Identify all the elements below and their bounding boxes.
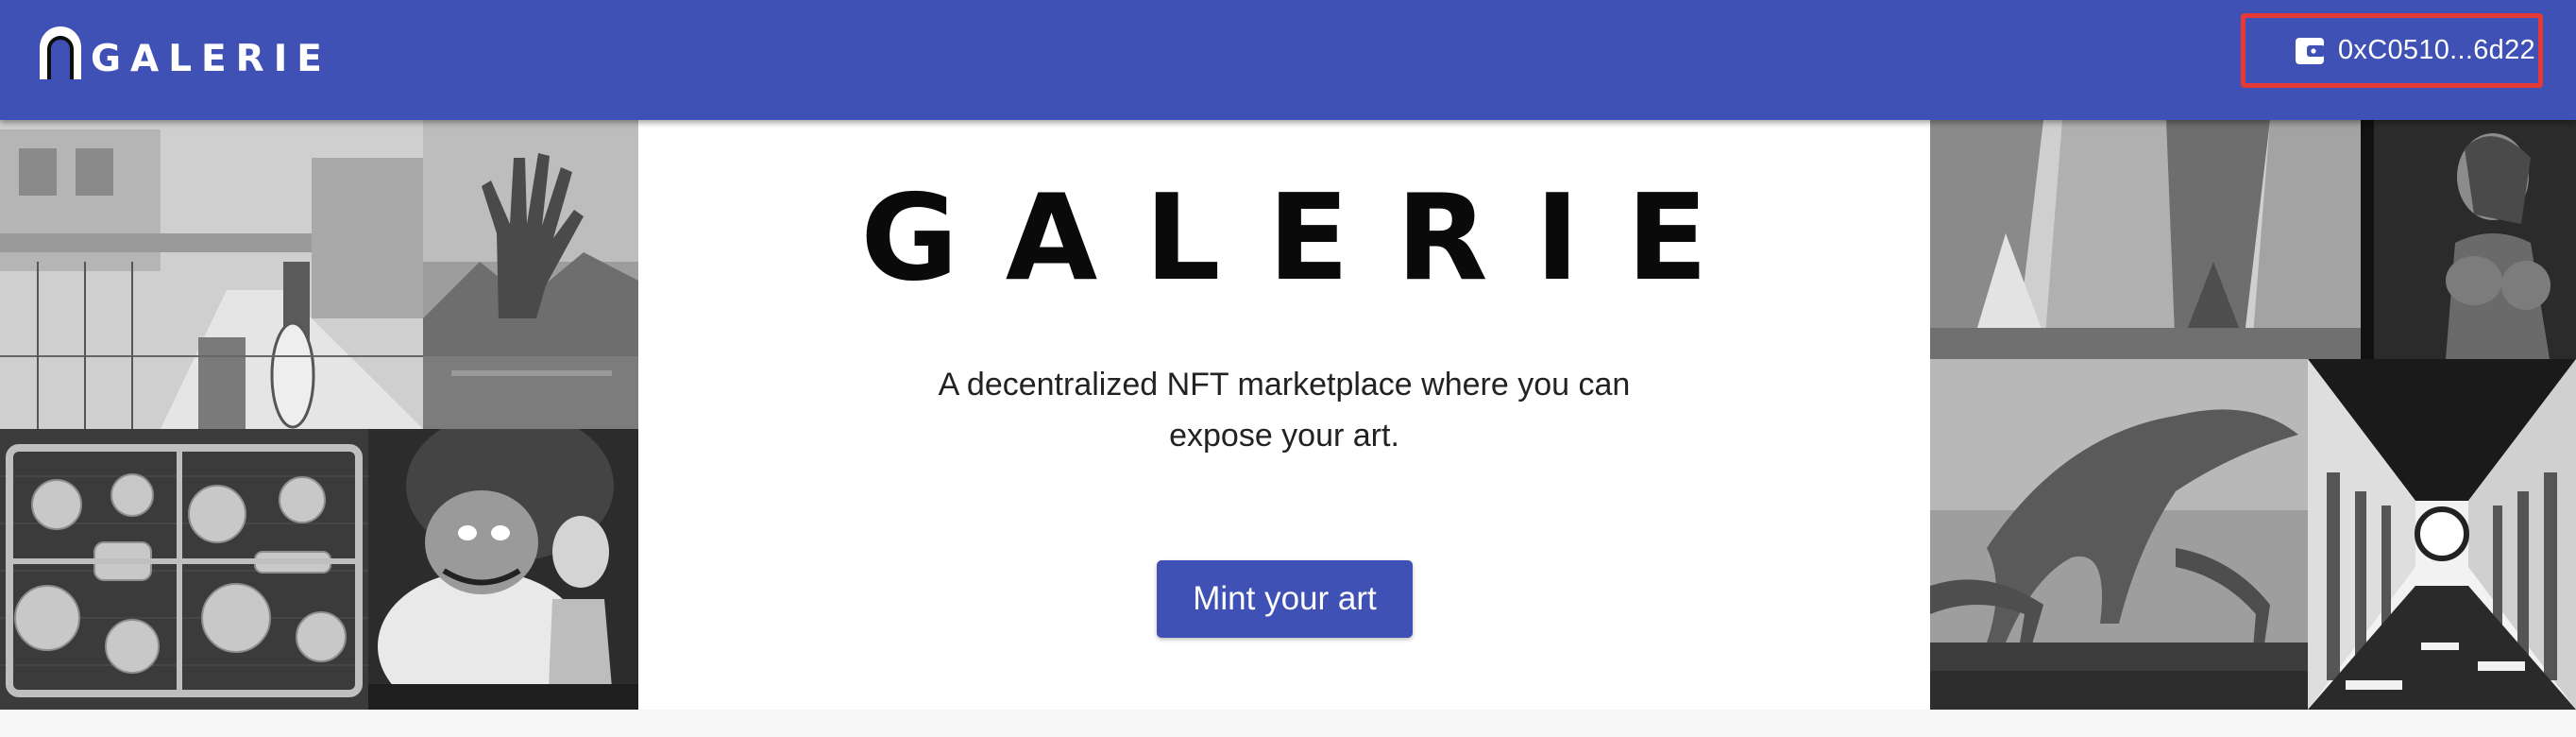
mint-your-art-button[interactable]: Mint your art — [1157, 560, 1413, 638]
wallet-icon — [2296, 37, 2325, 64]
wallet-address: 0xC0510...6d22 — [2338, 35, 2535, 65]
hero-subtitle: A decentralized NFT marketplace where yo… — [638, 359, 1930, 461]
cartoon-characters-artwork[interactable] — [368, 429, 638, 710]
logo-text: GALERIE — [91, 38, 331, 80]
village-sketch-artwork[interactable] — [0, 120, 423, 429]
hero-section: GALERIE A decentralized NFT marketplace … — [0, 120, 2576, 710]
logo[interactable]: GALERIE — [38, 25, 331, 79]
hero-title: GALERIE — [860, 168, 1755, 307]
creature-trees-artwork[interactable] — [1930, 359, 2308, 710]
model-kit-artwork[interactable] — [0, 429, 368, 710]
wallet-address-button[interactable]: 0xC0510...6d22 — [2241, 13, 2543, 88]
hero-subtitle-line-1: A decentralized NFT marketplace where yo… — [938, 367, 1631, 403]
cliffs-artwork[interactable] — [1930, 120, 2361, 359]
logo-arch-icon — [40, 26, 81, 79]
giant-hand-artwork[interactable] — [423, 120, 638, 429]
columns-hall-artwork[interactable] — [2308, 359, 2576, 710]
app-bar: GALERIE 0xC0510...6d22 — [0, 0, 2576, 120]
woman-portrait-artwork[interactable] — [2361, 120, 2576, 359]
hero-content: GALERIE A decentralized NFT marketplace … — [638, 120, 1930, 710]
hero-subtitle-line-2: expose your art. — [1169, 418, 1399, 454]
